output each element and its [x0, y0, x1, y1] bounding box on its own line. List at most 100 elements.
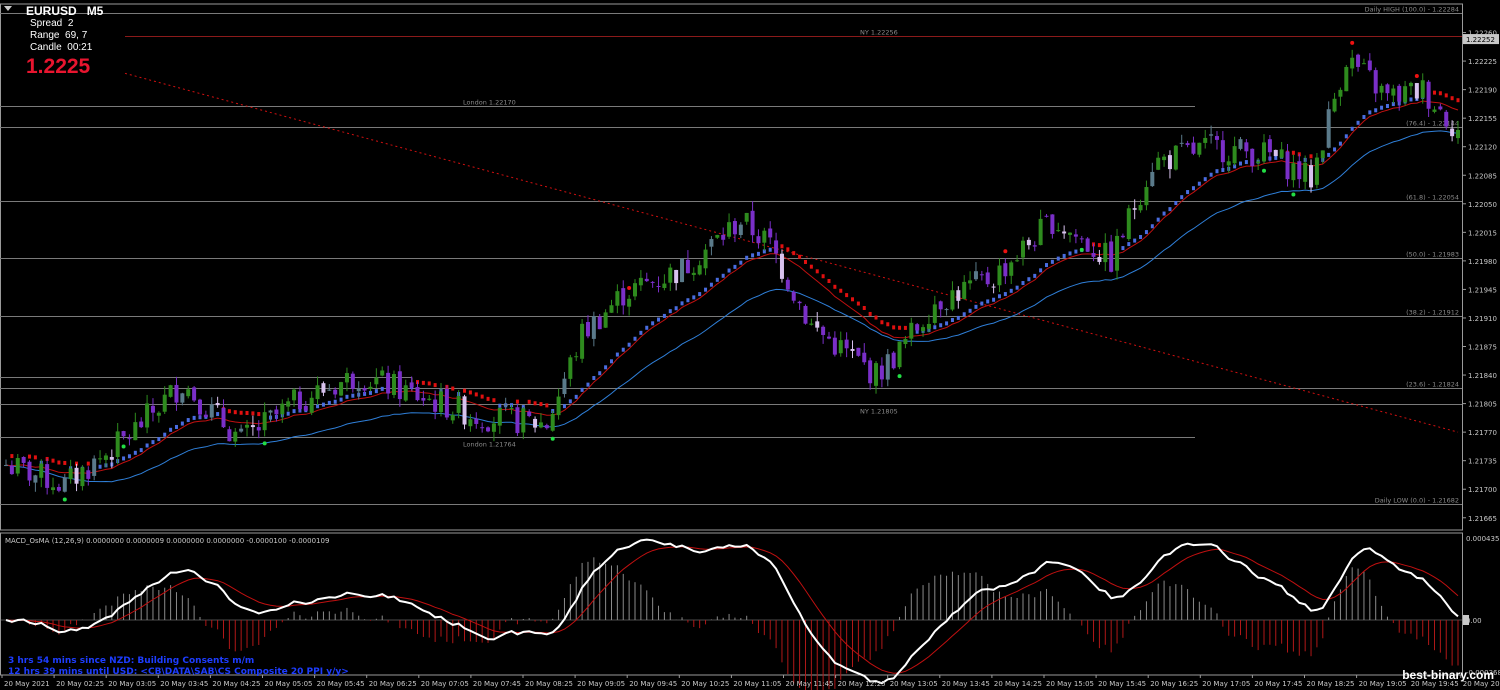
candle-body — [268, 410, 273, 413]
time-tick-label: 20 May 19:05 — [1359, 680, 1407, 688]
candle-body — [45, 464, 50, 488]
level-label: London 1.22170 — [463, 99, 516, 107]
candle-body — [1232, 146, 1237, 164]
candle-body — [638, 277, 643, 286]
trail-marker — [798, 254, 802, 259]
candle-body — [103, 455, 108, 460]
trail-marker — [1374, 108, 1378, 113]
candle-body — [915, 324, 920, 331]
candle-body — [744, 212, 749, 222]
time-tick-label: 20 May 18:25 — [1307, 680, 1355, 688]
candle-body — [1038, 218, 1043, 246]
candle-body — [156, 412, 161, 416]
candle-body — [86, 470, 91, 479]
trail-marker — [621, 347, 625, 352]
candle-body — [1197, 142, 1202, 155]
candle-body — [1097, 257, 1102, 262]
trail-marker — [1045, 263, 1049, 268]
trail-marker — [586, 382, 590, 387]
candle-body — [1062, 231, 1067, 234]
macd-signal-line — [5, 546, 1459, 674]
candle-body — [1391, 88, 1396, 96]
trail-marker — [492, 398, 496, 403]
candle-body — [1297, 161, 1302, 180]
level-label: Daily HIGH (100.0) - 1.22284 — [1365, 6, 1459, 14]
candle-body — [321, 383, 326, 393]
spread-value: 2 — [67, 18, 74, 29]
trail-marker — [451, 386, 455, 391]
level-label: (38.2) - 1.21912 — [1406, 309, 1459, 317]
candle-body — [1332, 98, 1337, 112]
candle-body — [250, 425, 255, 428]
trail-marker — [257, 412, 261, 417]
macd-value-box — [1463, 615, 1469, 625]
candle-body — [803, 305, 808, 324]
trail-marker — [1291, 150, 1295, 155]
candle-body — [580, 323, 585, 359]
candle-body — [1285, 151, 1290, 180]
candle-body — [33, 475, 38, 483]
trail-marker — [868, 311, 872, 316]
trail-marker — [1456, 98, 1460, 103]
candle-body — [1103, 242, 1108, 263]
candle-body — [727, 222, 732, 237]
symbol-title: EURUSD M5 — [4, 4, 103, 18]
candle-body — [721, 234, 726, 240]
trail-marker — [709, 282, 713, 287]
candle-body — [985, 272, 990, 285]
trading-chart[interactable]: 1.222601.222251.221901.221551.221201.220… — [0, 0, 1500, 690]
candle-body — [309, 397, 314, 413]
trail-marker — [1062, 253, 1066, 258]
trail-marker — [533, 401, 537, 406]
candle-body — [439, 391, 444, 413]
candle-body — [133, 422, 138, 441]
candle-body — [380, 370, 385, 376]
trail-marker — [1097, 243, 1101, 248]
trail-marker — [1344, 134, 1348, 139]
trail-marker — [633, 336, 637, 341]
level-label: London 1.21764 — [463, 441, 516, 449]
price-tick-label: 1.22225 — [1468, 58, 1497, 66]
candle-body — [1068, 232, 1073, 235]
trail-marker — [803, 259, 807, 264]
candle-body — [821, 326, 826, 335]
macd-indicator-label: MACD_OsMA (12,26,9) 0.0000000 0.0000009 … — [5, 537, 329, 545]
current-price-label: 1.22252 — [1466, 36, 1495, 44]
trail-marker — [374, 389, 378, 394]
trail-marker — [515, 399, 519, 404]
trail-marker — [427, 381, 431, 386]
signal-dot — [1414, 73, 1419, 78]
time-tick-label: 20 May 05:05 — [265, 680, 313, 688]
trail-marker — [133, 450, 137, 455]
trail-marker — [286, 411, 290, 416]
candle-body — [515, 407, 520, 434]
candle-body — [145, 403, 150, 428]
candle-body — [1267, 139, 1272, 153]
candle-body — [1150, 171, 1155, 187]
candle-body — [1044, 215, 1049, 217]
candle-body — [779, 253, 784, 279]
candle-body — [656, 286, 661, 288]
trail-marker — [898, 325, 902, 330]
trail-marker — [892, 325, 896, 330]
candle-body — [832, 337, 837, 355]
symbol-name: EURUSD — [26, 4, 77, 18]
range-row: Range 69, 7 — [4, 30, 103, 42]
candle-body — [997, 265, 1002, 286]
candle-body — [585, 322, 590, 337]
time-tick-label: 20 May 02:25 — [56, 680, 104, 688]
main-plot-frame — [0, 3, 1463, 531]
time-tick-label: 20 May 05:45 — [317, 680, 365, 688]
candle-body — [797, 301, 802, 304]
candle-body — [98, 458, 103, 460]
candle-body — [109, 456, 114, 460]
signal-dot — [1291, 192, 1296, 197]
trail-marker — [992, 297, 996, 302]
trail-marker — [574, 394, 578, 399]
candle-body — [1209, 134, 1214, 136]
candle-body — [921, 327, 926, 332]
signal-dot — [62, 497, 67, 502]
candle-body — [533, 418, 538, 428]
candle-body — [374, 377, 379, 385]
trail-marker — [1274, 155, 1278, 160]
